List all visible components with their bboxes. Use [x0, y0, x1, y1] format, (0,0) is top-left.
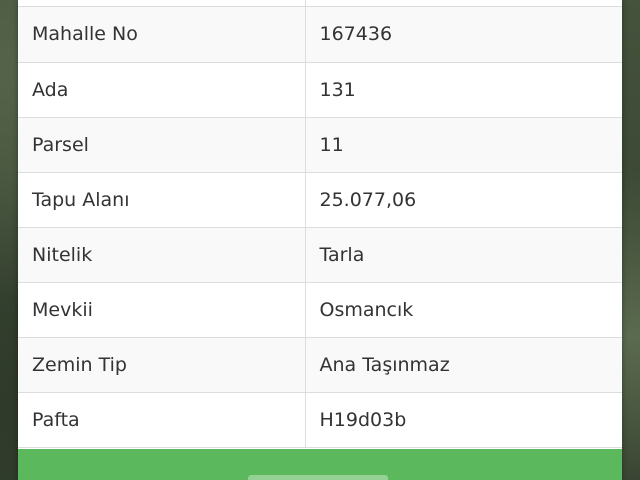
row-value: H19d03b [305, 392, 622, 448]
row-label: Tapu Alanı [18, 172, 306, 228]
row-value: 131 [305, 62, 622, 118]
row-value: 25.077,06 [305, 172, 622, 228]
parcel-info-table: Mahalle No 167436 Ada 131 Parsel 11 Tapu… [18, 7, 622, 448]
row-label: Mevkii [18, 282, 306, 338]
column-divider [305, 0, 306, 7]
table-row: Tapu Alanı 25.077,06 [18, 172, 622, 228]
parcel-info-panel: Mahalle No 167436 Ada 131 Parsel 11 Tapu… [18, 0, 622, 480]
table-row: Mevkii Osmancık [18, 282, 622, 338]
row-label: Mahalle No [18, 7, 306, 63]
table-row: Parsel 11 [18, 117, 622, 173]
table-row: Pafta H19d03b [18, 392, 622, 448]
green-action-button[interactable] [18, 449, 622, 480]
row-label: Zemin Tip [18, 337, 306, 393]
row-label: Pafta [18, 392, 306, 448]
cropped-button-label [248, 475, 388, 480]
row-label: Parsel [18, 117, 306, 173]
row-value: Osmancık [305, 282, 622, 338]
row-value: Ana Taşınmaz [305, 337, 622, 393]
table-row: Ada 131 [18, 62, 622, 118]
table-row: Zemin Tip Ana Taşınmaz [18, 337, 622, 393]
row-label: Nitelik [18, 227, 306, 283]
row-label: Ada [18, 62, 306, 118]
row-value: Tarla [305, 227, 622, 283]
table-row: Mahalle No 167436 [18, 7, 622, 63]
row-value: 11 [305, 117, 622, 173]
previous-row-edge [18, 0, 622, 7]
row-value: 167436 [305, 7, 622, 63]
table-row: Nitelik Tarla [18, 227, 622, 283]
